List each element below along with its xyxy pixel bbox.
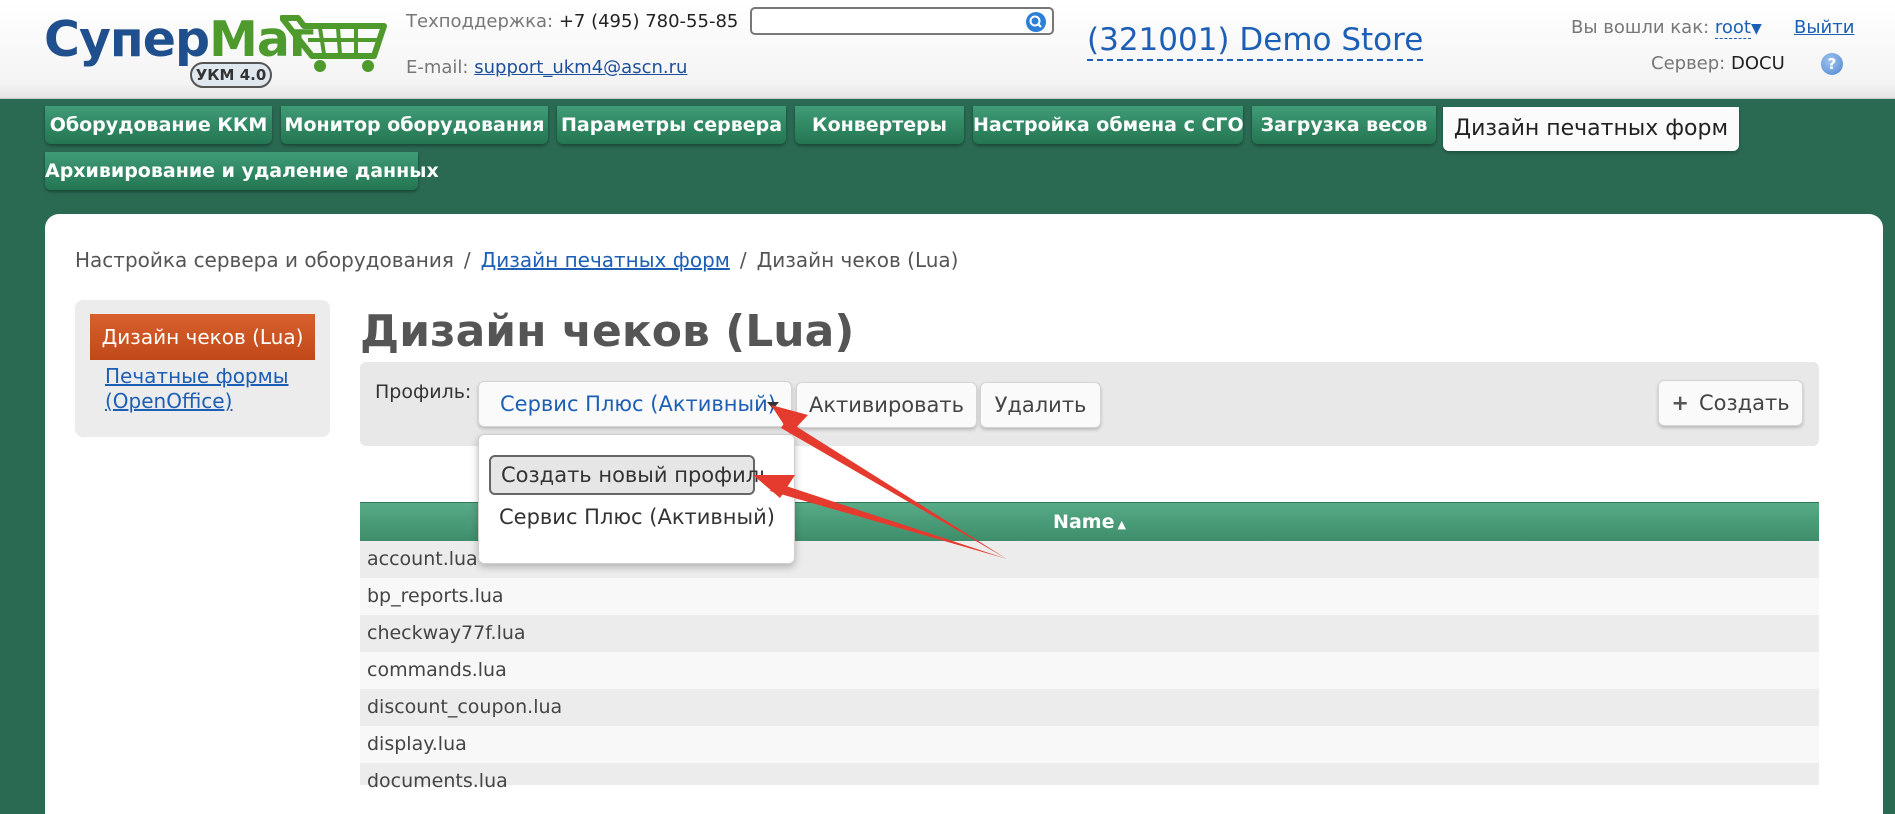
support-email-link[interactable]: support_ukm4@ascn.ru <box>474 57 687 78</box>
column-name-label: Name <box>1053 511 1115 533</box>
tab-archive-delete[interactable]: Архивирование и удаление данных <box>45 152 439 190</box>
tab-scale-loading[interactable]: Загрузка весов <box>1252 106 1436 144</box>
server-info: Сервер: DOCU <box>1651 53 1785 74</box>
tab-equipment-monitor[interactable]: Монитор оборудования <box>281 106 548 144</box>
create-label: Создать <box>1698 391 1790 415</box>
breadcrumb-separator: / <box>739 248 747 272</box>
support-phone: +7 (495) 780-55-85 <box>558 11 739 32</box>
side-nav: Дизайн чеков (Lua) Печатные формы (OpenO… <box>75 300 330 437</box>
logout-link[interactable]: Выйти <box>1794 17 1854 38</box>
support-label: Техподдержка: <box>406 11 554 32</box>
dropdown-option-create-profile[interactable]: Создать новый профиль <box>489 455 772 495</box>
login-info: Вы вошли как: root▼ <box>1571 17 1762 39</box>
breadcrumb-root: Настройка сервера и оборудования <box>75 248 454 272</box>
user-menu[interactable]: root <box>1714 17 1751 39</box>
search-input[interactable] <box>750 7 1054 35</box>
server-name: DOCU <box>1730 53 1785 74</box>
email-label: E-mail: <box>406 57 469 78</box>
profile-select[interactable]: Сервис Плюс (Активный) <box>478 381 792 427</box>
shopping-cart-icon <box>280 15 387 72</box>
page-title: Дизайн чеков (Lua) <box>360 306 855 357</box>
logo-wordmark: СуперМаг <box>44 11 315 68</box>
help-icon[interactable]: ? <box>1821 53 1843 75</box>
chevron-down-icon[interactable]: ▼ <box>1751 21 1762 37</box>
table-row[interactable]: discount_coupon.lua <box>360 689 1819 726</box>
side-nav-openoffice-forms[interactable]: Печатные формы (OpenOffice) <box>105 364 315 414</box>
plus-icon: + <box>1671 391 1689 415</box>
tab-kkm-equipment[interactable]: Оборудование ККМ <box>45 106 272 144</box>
server-label: Сервер: <box>1651 53 1726 74</box>
logged-in-label: Вы вошли как: <box>1571 17 1710 38</box>
breadcrumb: Настройка сервера и оборудования / Дизайн … <box>75 248 958 272</box>
version-badge: УКМ 4.0 <box>190 62 272 88</box>
supermag-logo[interactable]: СуперМаг УКМ 4.0 <box>42 8 387 88</box>
tab-converters[interactable]: Конвертеры <box>795 106 964 144</box>
tab-sgo-exchange[interactable]: Настройка обмена с СГО <box>973 106 1244 144</box>
search-icon[interactable] <box>1026 12 1046 32</box>
breadcrumb-current: Дизайн чеков (Lua) <box>756 248 959 272</box>
tab-server-params[interactable]: Параметры сервера <box>557 106 786 144</box>
table-row[interactable]: commands.lua <box>360 652 1819 689</box>
tab-print-forms-design[interactable]: Дизайн печатных форм <box>1443 107 1739 151</box>
profile-select-value: Сервис Плюс (Активный) <box>500 392 776 416</box>
sort-ascending-icon: ▲ <box>1117 518 1126 531</box>
breadcrumb-print-forms-link[interactable]: Дизайн печатных форм <box>481 248 730 272</box>
side-nav-lua-receipts[interactable]: Дизайн чеков (Lua) <box>90 314 315 360</box>
create-button[interactable]: + Создать <box>1658 380 1803 426</box>
table-row[interactable]: documents.lua <box>360 763 1819 792</box>
profile-dropdown-menu: Создать новый профиль Сервис Плюс (Актив… <box>478 434 795 564</box>
dropdown-option-service-plus[interactable]: Сервис Плюс (Активный) <box>489 497 785 537</box>
table-row[interactable]: display.lua <box>360 726 1819 763</box>
profile-label: Профиль: <box>375 381 472 403</box>
activate-button[interactable]: Активировать <box>796 382 977 428</box>
table-row[interactable]: bp_reports.lua <box>360 578 1819 615</box>
dropdown-triangle-icon <box>767 402 779 409</box>
support-email-line: E-mail: support_ukm4@ascn.ru <box>406 57 687 78</box>
table-row[interactable]: checkway77f.lua <box>360 615 1819 652</box>
breadcrumb-separator: / <box>463 248 471 272</box>
app-header: СуперМаг УКМ 4.0 Техподдержка: +7 (495) … <box>0 0 1895 99</box>
delete-button[interactable]: Удалить <box>980 382 1101 428</box>
store-selector[interactable]: (321001) Demo Store <box>1087 21 1424 61</box>
support-phone-line: Техподдержка: +7 (495) 780-55-85 <box>406 11 738 32</box>
